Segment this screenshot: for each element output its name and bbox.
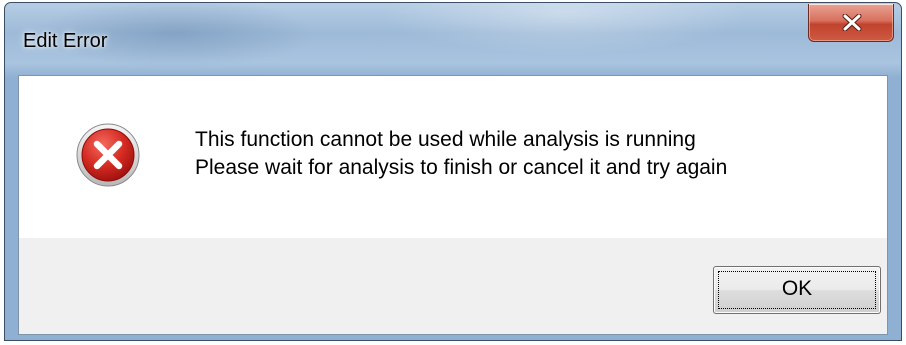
window-title: Edit Error (23, 30, 108, 52)
close-button[interactable] (808, 4, 894, 42)
ok-button[interactable]: OK (713, 266, 881, 314)
message-area: This function cannot be used while analy… (19, 76, 887, 238)
title-bar[interactable]: Edit Error (5, 3, 901, 75)
ok-button-label: OK (781, 277, 813, 300)
error-icon (76, 123, 140, 187)
error-message: This function cannot be used while analy… (195, 126, 727, 182)
dialog-window: Edit Error This function cannot be used … (4, 2, 902, 341)
dialog-body: This function cannot be used while analy… (18, 75, 888, 335)
close-icon (842, 14, 862, 31)
error-message-line-1: This function cannot be used while analy… (195, 128, 696, 151)
error-message-line-2: Please wait for analysis to finish or ca… (195, 156, 728, 179)
